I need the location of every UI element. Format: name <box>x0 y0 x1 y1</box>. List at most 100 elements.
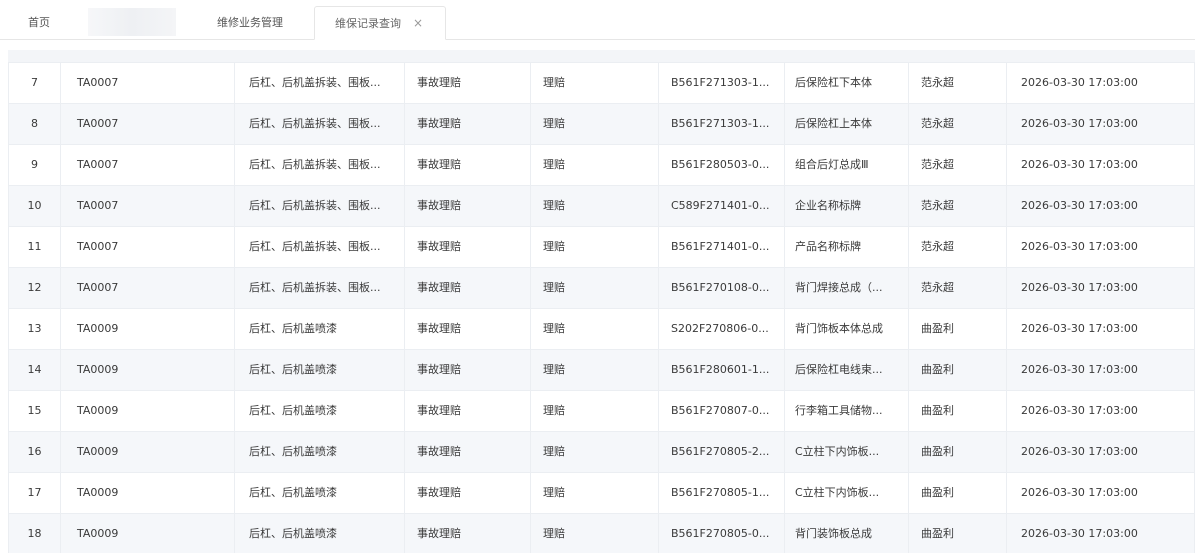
table-row[interactable]: 11 TA0007 后杠、后机盖拆装、围板... 事故理赔 理赔 B561F27… <box>8 227 1195 268</box>
cell-technician: 曲盈利 <box>908 350 1006 390</box>
cell-part-number: C589F271401-0... <box>658 186 784 226</box>
cell-payment-type: 理赔 <box>530 432 658 472</box>
cell-time: 2026-03-30 17:03:00 <box>1006 391 1195 431</box>
cell-time: 2026-03-30 17:03:00 <box>1006 145 1195 185</box>
cell-part-name: 后保险杠电线束... <box>784 350 908 390</box>
cell-repair-type: 事故理赔 <box>404 104 530 144</box>
cell-part-number: B561F271303-1... <box>658 63 784 103</box>
cell-technician: 范永超 <box>908 63 1006 103</box>
table-row[interactable]: 7 TA0007 后杠、后机盖拆装、围板... 事故理赔 理赔 B561F271… <box>8 63 1195 104</box>
table-row[interactable]: 12 TA0007 后杠、后机盖拆装、围板... 事故理赔 理赔 B561F27… <box>8 268 1195 309</box>
cell-project: 后杠、后机盖喷漆 <box>234 432 404 472</box>
cell-project: 后杠、后机盖拆装、围板... <box>234 104 404 144</box>
cell-repair-type: 事故理赔 <box>404 514 530 553</box>
cell-project: 后杠、后机盖拆装、围板... <box>234 63 404 103</box>
table-row[interactable]: 17 TA0009 后杠、后机盖喷漆 事故理赔 理赔 B561F270805-1… <box>8 473 1195 514</box>
cell-repair-type: 事故理赔 <box>404 473 530 513</box>
cell-part-number: B561F270805-0... <box>658 514 784 553</box>
cell-time: 2026-03-30 17:03:00 <box>1006 227 1195 267</box>
cell-code: TA0007 <box>60 186 234 226</box>
records-table: 7 TA0007 后杠、后机盖拆装、围板... 事故理赔 理赔 B561F271… <box>8 50 1195 553</box>
cell-index: 9 <box>8 145 60 185</box>
cell-technician: 范永超 <box>908 268 1006 308</box>
cell-part-number: B561F270108-0... <box>658 268 784 308</box>
cell-time: 2026-03-30 17:03:00 <box>1006 514 1195 553</box>
cell-time: 2026-03-30 17:03:00 <box>1006 104 1195 144</box>
cell-part-name: 行李箱工具储物... <box>784 391 908 431</box>
cell-project: 后杠、后机盖拆装、围板... <box>234 186 404 226</box>
cell-part-number: B561F280503-0... <box>658 145 784 185</box>
cell-project: 后杠、后机盖喷漆 <box>234 473 404 513</box>
close-icon[interactable]: × <box>413 7 423 39</box>
cell-part-name: 企业名称标牌 <box>784 186 908 226</box>
tab-home[interactable]: 首页 <box>28 8 50 39</box>
cell-code: TA0009 <box>60 391 234 431</box>
cell-index: 13 <box>8 309 60 349</box>
table-row[interactable]: 14 TA0009 后杠、后机盖喷漆 事故理赔 理赔 B561F280601-1… <box>8 350 1195 391</box>
cell-technician: 范永超 <box>908 145 1006 185</box>
cell-payment-type: 理赔 <box>530 350 658 390</box>
cell-payment-type: 理赔 <box>530 473 658 513</box>
table-row[interactable]: 13 TA0009 后杠、后机盖喷漆 事故理赔 理赔 S202F270806-0… <box>8 309 1195 350</box>
cell-time: 2026-03-30 17:03:00 <box>1006 473 1195 513</box>
table-row[interactable]: 15 TA0009 后杠、后机盖喷漆 事故理赔 理赔 B561F270807-0… <box>8 391 1195 432</box>
cell-part-name: 后保险杠下本体 <box>784 63 908 103</box>
cell-code: TA0009 <box>60 514 234 553</box>
cell-payment-type: 理赔 <box>530 63 658 103</box>
cell-index: 10 <box>8 186 60 226</box>
cell-part-number: B561F270805-1... <box>658 473 784 513</box>
cell-project: 后杠、后机盖喷漆 <box>234 350 404 390</box>
cell-index: 8 <box>8 104 60 144</box>
cell-payment-type: 理赔 <box>530 309 658 349</box>
cell-part-name: 背门焊接总成（... <box>784 268 908 308</box>
cell-part-name: 产品名称标牌 <box>784 227 908 267</box>
cell-code: TA0007 <box>60 145 234 185</box>
cell-part-name: C立柱下内饰板... <box>784 432 908 472</box>
cell-project: 后杠、后机盖拆装、围板... <box>234 268 404 308</box>
cell-index: 15 <box>8 391 60 431</box>
cell-index: 16 <box>8 432 60 472</box>
cell-part-number: B561F270807-0... <box>658 391 784 431</box>
cell-time: 2026-03-30 17:03:00 <box>1006 350 1195 390</box>
cell-time: 2026-03-30 17:03:00 <box>1006 268 1195 308</box>
cell-time: 2026-03-30 17:03:00 <box>1006 63 1195 103</box>
cell-project: 后杠、后机盖喷漆 <box>234 514 404 553</box>
cell-repair-type: 事故理赔 <box>404 186 530 226</box>
cell-repair-type: 事故理赔 <box>404 391 530 431</box>
cell-payment-type: 理赔 <box>530 145 658 185</box>
table-header <box>8 50 1195 63</box>
tab-repair-management[interactable]: 维修业务管理 <box>217 8 283 39</box>
cell-time: 2026-03-30 17:03:00 <box>1006 309 1195 349</box>
cell-index: 17 <box>8 473 60 513</box>
cell-repair-type: 事故理赔 <box>404 63 530 103</box>
cell-technician: 曲盈利 <box>908 309 1006 349</box>
cell-payment-type: 理赔 <box>530 104 658 144</box>
cell-project: 后杠、后机盖拆装、围板... <box>234 145 404 185</box>
cell-technician: 范永超 <box>908 104 1006 144</box>
cell-repair-type: 事故理赔 <box>404 227 530 267</box>
cell-code: TA0009 <box>60 432 234 472</box>
table-row[interactable]: 16 TA0009 后杠、后机盖喷漆 事故理赔 理赔 B561F270805-2… <box>8 432 1195 473</box>
cell-repair-type: 事故理赔 <box>404 350 530 390</box>
cell-project: 后杠、后机盖喷漆 <box>234 391 404 431</box>
tab-bar: 首页 维修业务管理 维保记录查询 × <box>0 0 1195 40</box>
cell-time: 2026-03-30 17:03:00 <box>1006 186 1195 226</box>
cell-technician: 曲盈利 <box>908 391 1006 431</box>
table-row[interactable]: 8 TA0007 后杠、后机盖拆装、围板... 事故理赔 理赔 B561F271… <box>8 104 1195 145</box>
cell-technician: 范永超 <box>908 186 1006 226</box>
cell-code: TA0009 <box>60 309 234 349</box>
cell-technician: 曲盈利 <box>908 514 1006 553</box>
cell-code: TA0009 <box>60 350 234 390</box>
cell-part-name: 后保险杠上本体 <box>784 104 908 144</box>
tab-blurred[interactable] <box>88 8 176 36</box>
cell-technician: 曲盈利 <box>908 432 1006 472</box>
cell-technician: 范永超 <box>908 227 1006 267</box>
tab-maintenance-records[interactable]: 维保记录查询 × <box>314 6 446 40</box>
table-row[interactable]: 18 TA0009 后杠、后机盖喷漆 事故理赔 理赔 B561F270805-0… <box>8 514 1195 553</box>
table-row[interactable]: 9 TA0007 后杠、后机盖拆装、围板... 事故理赔 理赔 B561F280… <box>8 145 1195 186</box>
cell-project: 后杠、后机盖拆装、围板... <box>234 227 404 267</box>
cell-payment-type: 理赔 <box>530 268 658 308</box>
cell-time: 2026-03-30 17:03:00 <box>1006 432 1195 472</box>
cell-repair-type: 事故理赔 <box>404 268 530 308</box>
table-row[interactable]: 10 TA0007 后杠、后机盖拆装、围板... 事故理赔 理赔 C589F27… <box>8 186 1195 227</box>
